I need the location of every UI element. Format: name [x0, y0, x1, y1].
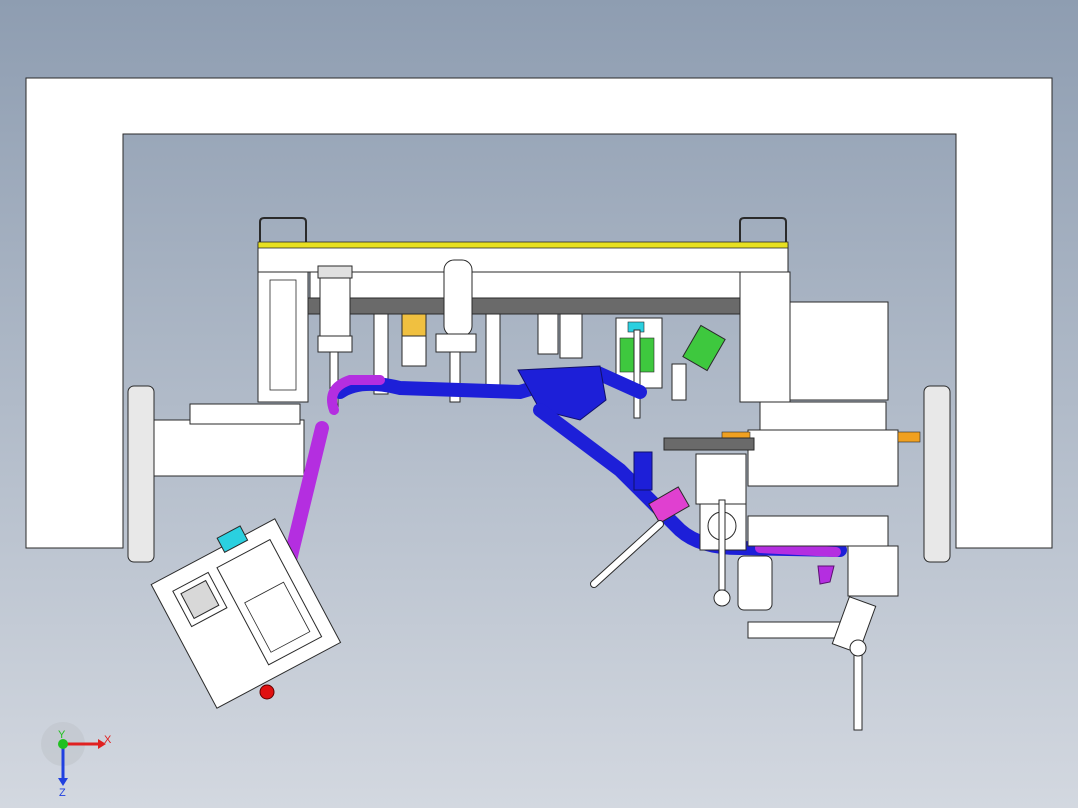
support-rod-3: [537, 313, 559, 355]
orange-cylinder-body: [401, 335, 427, 367]
left-bracket: [189, 403, 301, 425]
support-rod-2: [485, 313, 501, 395]
mid-plate: [309, 271, 741, 299]
dark-plate: [299, 297, 761, 315]
triad-x-label: X: [104, 734, 112, 746]
cad-viewport[interactable]: X Y Z: [0, 0, 1078, 808]
orange-stop-right-2: [897, 431, 921, 443]
triad-y-label: Y: [58, 729, 66, 741]
left-rotary-hub: [153, 419, 305, 477]
support-rod-4: [559, 313, 583, 359]
red-marker: [259, 684, 275, 700]
right-rotary-disc: [923, 385, 951, 563]
right-column: [739, 271, 791, 403]
right-side-block: [789, 301, 889, 401]
purple-tube-right: [755, 543, 841, 557]
right-rotary-hub: [747, 429, 899, 487]
right-bracket: [759, 401, 887, 431]
blue-small-bracket: [633, 451, 653, 491]
left-column: [257, 271, 309, 403]
right-dark-plate: [663, 437, 755, 451]
triad-z-label: Z: [59, 787, 66, 799]
left-rotary-disc: [127, 385, 155, 563]
yellow-plate: [257, 241, 789, 249]
